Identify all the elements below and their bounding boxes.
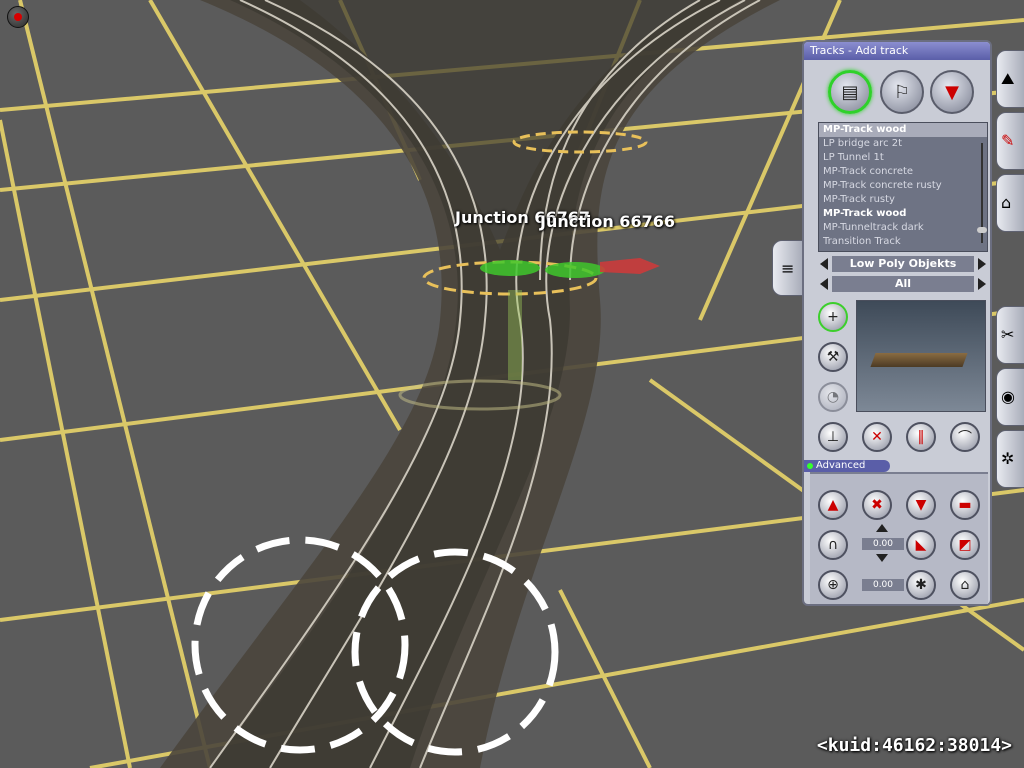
advanced-section-label[interactable]: Advanced [804,460,890,472]
advanced-tools: ▲ ✖ ▼ ▬ ∩ 0.00 ◣ ◩ ⊕ 0.00 ✱ ⌂ [810,472,988,604]
globe-tab-icon: ◉ [1001,387,1015,406]
track-asset-list[interactable]: MP-Track wood LP bridge arc 2t LP Tunnel… [818,122,988,252]
list-item[interactable]: MP-Track rusty [819,193,987,207]
split-icon: ‖ [917,429,925,445]
disabled-tool-icon: ◔ [826,389,840,405]
apply-angle-icon: ⌂ [960,577,970,593]
angle-icon: ⊕ [827,577,839,593]
apply-angle-button[interactable]: ⌂ [950,570,980,600]
lower-button[interactable]: ▼ [906,490,936,520]
track-object-tool-button[interactable]: ⚐ [880,70,924,114]
wrench-icon: ⚒ [826,349,840,365]
raise-icon: ▲ [827,497,839,513]
wrench-button[interactable]: ⚒ [818,342,848,372]
list-item[interactable]: Transition Track [819,235,987,249]
terrain-tab[interactable]: ⛰ [996,50,1024,108]
kuid-readout: <kuid:46162:38014> [816,735,1012,756]
tracks-panel: Tracks - Add track ▤ ⚐ ▼ MP-Track wood L… [802,40,992,606]
angle-value[interactable]: 0.00 [862,579,904,591]
track-tab-icon: ≡ [781,259,795,278]
record-button[interactable] [7,6,29,28]
list-item[interactable]: MP-Track concrete rusty [819,179,987,193]
panel-title: Tracks - Add track [804,42,990,60]
next-region-icon[interactable] [978,278,986,290]
curve-button[interactable]: ⌒ [950,422,980,452]
height-icon: ∩ [827,537,839,553]
disabled-tool-button[interactable]: ◔ [818,382,848,412]
add-icon: + [827,309,839,325]
delete-icon: ✕ [871,429,883,445]
objects-tab[interactable]: ⌂ [996,174,1024,232]
train-tab[interactable]: ✲ [996,430,1024,488]
region-filter[interactable]: All [818,276,988,292]
region-filter-value: All [832,276,974,292]
split-button[interactable]: ‖ [906,422,936,452]
list-item[interactable]: MP-Track wood [819,207,987,221]
prev-region-icon[interactable] [820,278,828,290]
track-tool-icon: ▤ [841,81,859,103]
prev-category-icon[interactable] [820,258,828,270]
junction-label-66766: Junction 66766 [540,212,675,231]
asset-preview [856,300,986,412]
remove-height-button[interactable]: ◩ [950,530,980,560]
terrain-tab-icon: ⛰ [1001,69,1015,88]
height-up-icon[interactable] [876,524,888,532]
tools-tab-icon: ✂ [1001,325,1015,344]
paint-tab[interactable]: ✎ [996,112,1024,170]
height-button[interactable]: ∩ [818,530,848,560]
angle-button[interactable]: ⊕ [818,570,848,600]
paint-tab-icon: ✎ [1001,131,1015,150]
remove-height-icon: ◩ [958,537,972,553]
lower-icon: ▼ [915,497,927,513]
lift-button[interactable]: ⊥ [818,422,848,452]
flatten-button[interactable]: ▬ [950,490,980,520]
category-filter-value: Low Poly Objekts [832,256,974,272]
train-tab-icon: ✲ [1001,449,1015,468]
spline-point-tool-icon: ▼ [945,81,959,103]
smooth-button[interactable]: ✖ [862,490,892,520]
delete-button[interactable]: ✕ [862,422,892,452]
tracks-tab[interactable]: ≡ [772,240,804,296]
list-item[interactable]: MP-Tunneltrack dark [819,221,987,235]
next-category-icon[interactable] [978,258,986,270]
curve-icon: ⌒ [958,430,972,446]
track-preview-model [870,353,968,367]
category-filter[interactable]: Low Poly Objekts [818,256,988,272]
objects-tab-icon: ⌂ [1001,193,1012,212]
lock-angle-button[interactable]: ✱ [906,570,936,600]
track-tool-button[interactable]: ▤ [828,70,872,114]
list-item[interactable]: MP-Track wood [819,123,987,137]
list-scrollbar[interactable] [977,137,987,247]
smooth-icon: ✖ [871,497,883,513]
list-item[interactable]: MP-Track concrete [819,165,987,179]
globe-tab[interactable]: ◉ [996,368,1024,426]
add-button[interactable]: + [818,302,848,332]
flatten-icon: ▬ [958,497,972,513]
tools-tab[interactable]: ✂ [996,306,1024,364]
track-object-tool-icon: ⚐ [893,81,911,103]
list-item[interactable]: LP bridge arc 2t [819,137,987,151]
height-value[interactable]: 0.00 [862,538,904,550]
lock-angle-icon: ✱ [915,577,927,593]
slope-button[interactable]: ◣ [906,530,936,560]
spline-point-tool-button[interactable]: ▼ [930,70,974,114]
raise-button[interactable]: ▲ [818,490,848,520]
lift-icon: ⊥ [826,429,840,445]
height-down-icon[interactable] [876,554,888,562]
slope-icon: ◣ [915,537,927,553]
list-item[interactable]: LP Tunnel 1t [819,151,987,165]
